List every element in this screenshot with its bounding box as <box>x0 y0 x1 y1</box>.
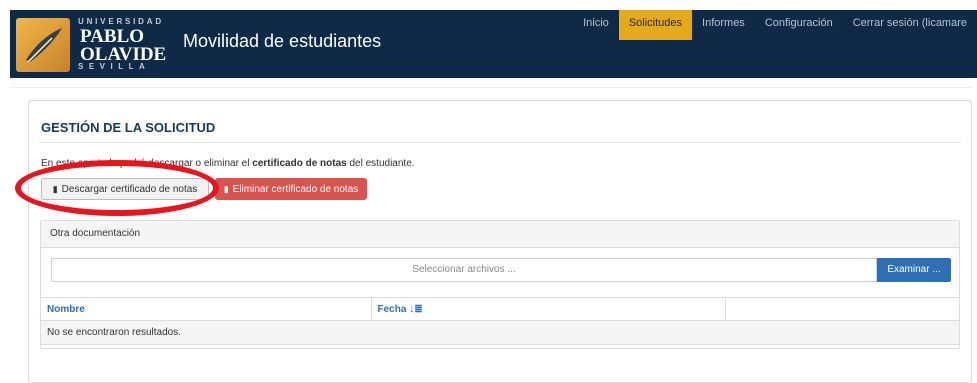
column-fecha[interactable]: Fecha ↓≣ <box>370 297 725 321</box>
header-shadow <box>10 78 972 88</box>
desc-text: En este apartado podrá descargar o elimi… <box>41 158 253 169</box>
download-certificate-button[interactable]: ▮ Descargar certificado de notas <box>41 178 209 200</box>
university-logo[interactable]: UNIVERSIDAD PABLO OLAVIDE SEVILLA <box>14 14 166 76</box>
delete-button-label: Eliminar certificado de notas <box>232 183 359 195</box>
file-select-input[interactable]: Seleccionar archivos ... <box>51 258 877 282</box>
desc-bold-text: certificado de notas <box>252 158 347 169</box>
nav-item-informes[interactable]: Informes <box>692 10 755 40</box>
divider <box>39 142 961 143</box>
desc-text-end: del estudiante. <box>346 158 415 169</box>
column-actions <box>724 297 959 321</box>
app-title: Movilidad de estudiantes <box>183 31 382 51</box>
file-icon: ▮ <box>52 183 58 194</box>
file-icon: ▮ <box>223 183 229 194</box>
logo-text-sevilla: SEVILLA <box>78 62 151 71</box>
top-navbar: UNIVERSIDAD PABLO OLAVIDE SEVILLA Movili… <box>10 10 977 78</box>
logo-text-universidad: UNIVERSIDAD <box>78 17 164 26</box>
empty-message: No se encontraron resultados. <box>41 320 959 345</box>
quill-icon <box>26 28 62 63</box>
nav-item-solicitudes[interactable]: Solicitudes <box>618 10 693 40</box>
table-row: No se encontraron resultados. <box>41 320 959 345</box>
nav-item-configuracion[interactable]: Configuración <box>755 10 843 40</box>
nav-item-inicio[interactable]: Inicio <box>573 10 619 40</box>
column-nombre-label: Nombre <box>47 303 85 315</box>
documents-table: Nombre Fecha ↓≣ No se encontraron result… <box>41 297 959 345</box>
browse-button[interactable]: Examinar ... <box>877 258 951 282</box>
panel-description: En este apartado podrá descargar o elimi… <box>41 158 415 169</box>
sort-icon: ↓≣ <box>409 303 423 315</box>
delete-certificate-button[interactable]: ▮ Eliminar certificado de notas <box>215 178 367 200</box>
panel-title: GESTIÓN DE LA SOLICITUD <box>41 120 216 135</box>
logo-text-name: PABLO OLAVIDE <box>80 27 166 64</box>
request-management-panel: GESTIÓN DE LA SOLICITUD En este apartado… <box>28 100 972 383</box>
main-nav: Inicio Solicitudes Informes Configuració… <box>573 10 977 40</box>
other-documentation-heading: Otra documentación <box>41 221 959 248</box>
column-nombre[interactable]: Nombre <box>41 297 371 321</box>
column-fecha-label: Fecha <box>377 303 407 315</box>
nav-item-cerrar-sesion[interactable]: Cerrar sesión (licamare <box>843 10 977 40</box>
other-documentation-panel: Otra documentación Seleccionar archivos … <box>40 220 960 349</box>
download-button-label: Descargar certificado de notas <box>61 183 198 195</box>
file-upload: Seleccionar archivos ... Examinar ... <box>51 258 951 282</box>
